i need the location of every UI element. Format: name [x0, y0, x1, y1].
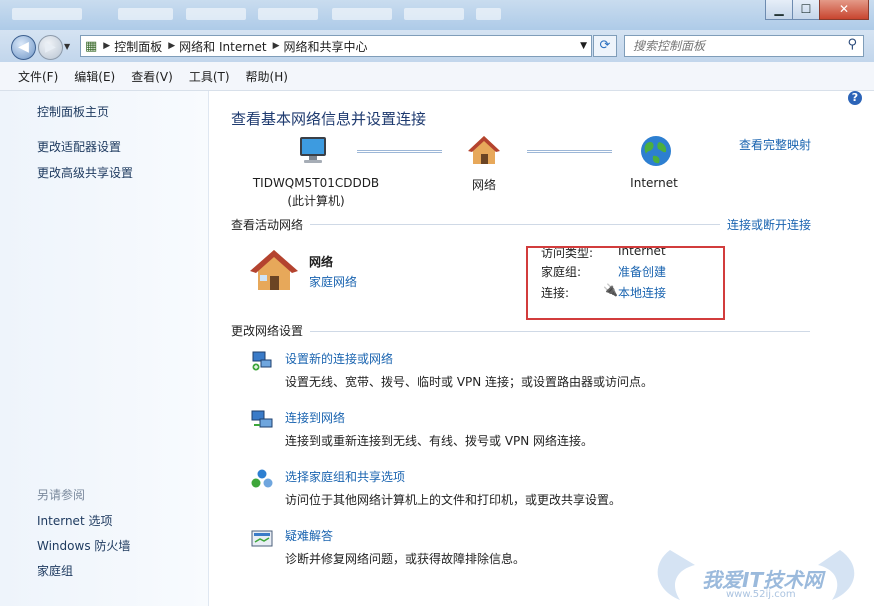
map-connector: [527, 150, 612, 153]
task-new-connection-link[interactable]: 设置新的连接或网络: [285, 350, 393, 367]
taskbar-tab: [404, 8, 464, 20]
maximize-button[interactable]: ☐: [792, 0, 820, 20]
homegroup-sharing-icon: [251, 469, 273, 488]
breadcrumb-network-internet[interactable]: 网络和 Internet: [179, 38, 266, 55]
search-icon[interactable]: ⚲: [847, 37, 857, 52]
title-bar: ▁ ☐ ✕: [0, 0, 874, 30]
breadcrumb-control-panel[interactable]: 控制面板: [114, 38, 162, 55]
sidebar: 控制面板主页 更改适配器设置 更改高级共享设置 另请参阅 Internet 选项…: [0, 91, 209, 606]
taskbar-tab: [118, 8, 173, 20]
task-homegroup-link[interactable]: 选择家庭组和共享选项: [285, 468, 405, 485]
address-bar[interactable]: ▦ ▶ 控制面板 ▶ 网络和 Internet ▶ 网络和共享中心 ▼: [80, 35, 592, 57]
task-connect-network-link[interactable]: 连接到网络: [285, 409, 345, 426]
chevron-right-icon[interactable]: ▶: [103, 41, 110, 51]
minimize-button[interactable]: ▁: [765, 0, 793, 20]
active-network-name: 网络: [309, 255, 334, 269]
sidebar-item-advanced-sharing[interactable]: 更改高级共享设置: [37, 164, 133, 181]
task-homegroup-desc: 访问位于其他网络计算机上的文件和打印机，或更改共享设置。: [285, 493, 622, 507]
search-box: ⚲: [624, 35, 864, 57]
sidebar-item-adapter-settings[interactable]: 更改适配器设置: [37, 138, 121, 155]
menu-bar: 文件(F) 编辑(E) 查看(V) 工具(T) 帮助(H): [0, 62, 874, 91]
close-button[interactable]: ✕: [819, 0, 869, 20]
house-icon: [250, 250, 298, 290]
menu-edit[interactable]: 编辑(E): [66, 68, 123, 85]
computer-name: TIDWQM5T01CDDDB: [252, 176, 380, 190]
page-title: 查看基本网络信息并设置连接: [231, 110, 427, 128]
taskbar-tab: [476, 8, 501, 20]
chevron-right-icon[interactable]: ▶: [273, 41, 280, 51]
help-icon[interactable]: ?: [848, 91, 862, 105]
taskbar-tab: [332, 8, 392, 20]
chevron-right-icon[interactable]: ▶: [168, 41, 175, 51]
recent-pages-dropdown[interactable]: ▼: [64, 42, 70, 51]
new-connection-icon: [252, 351, 272, 371]
house-icon: [468, 136, 500, 164]
network-node-label: 网络: [471, 178, 496, 192]
globe-icon: [641, 136, 671, 166]
sidebar-item-internet-options[interactable]: Internet 选项: [37, 512, 112, 529]
taskbar-tab: [258, 8, 318, 20]
refresh-icon: ⟳: [599, 38, 611, 53]
address-dropdown-icon[interactable]: ▼: [580, 41, 587, 51]
home-network-link[interactable]: 家庭网络: [309, 273, 357, 290]
menu-file[interactable]: 文件(F): [10, 68, 66, 85]
view-full-map-link[interactable]: 查看完整映射: [739, 136, 811, 153]
connect-network-icon: [251, 410, 273, 428]
arrow-right-icon: ▶: [45, 39, 56, 55]
task-troubleshoot-desc: 诊断并修复网络问题，或获得故障排除信息。: [285, 552, 526, 566]
menu-tools[interactable]: 工具(T): [181, 68, 238, 85]
arrow-left-icon: ◀: [18, 39, 29, 55]
control-panel-icon: ▦: [85, 38, 98, 54]
troubleshoot-icon: [251, 530, 273, 547]
task-connect-network-desc: 连接到或重新连接到无线、有线、拨号或 VPN 网络连接。: [285, 434, 594, 448]
sidebar-item-homegroup[interactable]: 家庭组: [37, 562, 73, 579]
connect-disconnect-link[interactable]: 连接或断开连接: [727, 216, 811, 233]
back-button[interactable]: ◀: [11, 35, 36, 60]
watermark-url: www.52ij.com: [726, 589, 796, 600]
taskbar-tab: [12, 8, 82, 20]
see-also-heading: 另请参阅: [37, 488, 86, 502]
task-new-connection-desc: 设置无线、宽带、拨号、临时或 VPN 连接；或设置路由器或访问点。: [285, 375, 654, 389]
internet-node-label: Internet: [630, 176, 678, 190]
active-networks-heading: 查看活动网络: [231, 218, 304, 232]
taskbar-tab: [186, 8, 246, 20]
map-connector: [357, 150, 442, 153]
menu-view[interactable]: 查看(V): [123, 68, 181, 85]
search-input[interactable]: [631, 36, 840, 56]
forward-button[interactable]: ▶: [38, 35, 63, 60]
section-divider: [310, 224, 720, 225]
computer-sub-label: (此计算机): [287, 194, 345, 208]
breadcrumb-network-sharing-center[interactable]: 网络和共享中心: [284, 38, 368, 55]
sidebar-item-control-panel-home[interactable]: 控制面板主页: [37, 103, 109, 120]
refresh-button[interactable]: ⟳: [593, 35, 617, 57]
highlight-box: [526, 246, 725, 320]
watermark: 我爱IT技术网 www.52ij.com: [640, 520, 874, 606]
task-troubleshoot-link[interactable]: 疑难解答: [285, 527, 333, 544]
sidebar-item-windows-firewall[interactable]: Windows 防火墙: [37, 537, 130, 554]
change-settings-heading: 更改网络设置: [231, 324, 304, 338]
computer-icon: [300, 137, 326, 163]
menu-help[interactable]: 帮助(H): [238, 68, 296, 85]
section-divider: [310, 331, 810, 332]
